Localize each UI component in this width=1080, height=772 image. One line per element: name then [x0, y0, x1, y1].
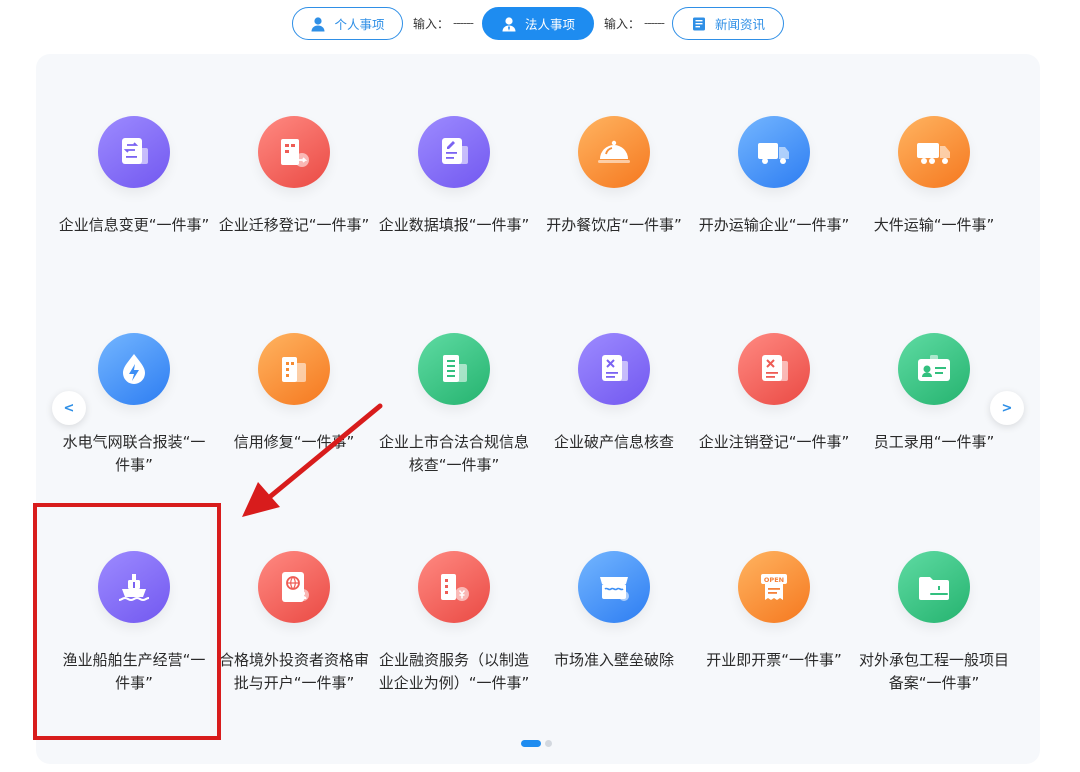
folder-helmet-icon: [898, 551, 970, 623]
service-item[interactable]: 市场准入壁垒破除: [534, 551, 694, 672]
pagination-dot-active[interactable]: [521, 740, 541, 747]
service-item-label: 开业即开票“一件事”: [706, 651, 842, 669]
service-item-label: 合格境外投资者资格审批与开户“一件事”: [218, 651, 369, 692]
service-item-label: 市场准入壁垒破除: [553, 651, 674, 669]
utility-drop-icon: [98, 333, 170, 405]
service-item[interactable]: 开办运输企业“一件事”: [694, 116, 854, 237]
service-item[interactable]: 水电气网联合报装“一件事”: [54, 333, 214, 477]
service-item-label: 企业上市合法合规信息核查“一件事”: [378, 433, 529, 474]
input-hint-legal: 输入： ------: [604, 14, 665, 32]
document-swap-icon: [98, 116, 170, 188]
document-x-icon: [578, 333, 650, 405]
service-item-label: 对外承包工程一般项目备案“一件事”: [858, 651, 1009, 692]
service-item[interactable]: 企业迁移登记“一件事”: [214, 116, 374, 237]
tab-legal-label: 法人事项: [524, 17, 575, 32]
service-item-label: 信用修复“一件事”: [233, 433, 355, 451]
store-icon: [578, 551, 650, 623]
input-hint-value: ------: [644, 16, 665, 30]
service-item-label: 企业数据填报“一件事”: [378, 216, 530, 234]
service-item[interactable]: 合格境外投资者资格审批与开户“一件事”: [214, 551, 374, 695]
service-item[interactable]: 企业融资服务（以制造业企业为例）“一件事”: [374, 551, 534, 695]
carousel-pagination: [521, 740, 556, 747]
pagination-dot[interactable]: [545, 740, 552, 747]
id-card-icon: [898, 333, 970, 405]
input-hint-label: 输入：: [413, 16, 450, 31]
service-item[interactable]: 企业破产信息核查: [534, 333, 694, 454]
food-cloche-icon: [578, 116, 650, 188]
service-item[interactable]: 企业注销登记“一件事”: [694, 333, 854, 454]
building-icon: [258, 333, 330, 405]
svg-text:OPEN: OPEN: [764, 576, 784, 584]
finance-building-icon: [418, 551, 490, 623]
office-building-icon: [418, 333, 490, 405]
service-item-label: 员工录用“一件事”: [873, 433, 995, 451]
form-edit-icon: [418, 116, 490, 188]
open-sign-icon: OPEN: [738, 551, 810, 623]
service-item[interactable]: 开办餐饮店“一件事”: [534, 116, 694, 237]
tab-personal-label: 个人事项: [334, 17, 385, 32]
service-item[interactable]: 企业数据填报“一件事”: [374, 116, 534, 237]
service-item-label: 企业融资服务（以制造业企业为例）“一件事”: [378, 651, 530, 692]
top-tab-bar: 个人事项 输入： ------ 法人事项 输入： ------ 新闻资讯: [0, 0, 1080, 46]
service-item[interactable]: 企业信息变更“一件事”: [54, 116, 214, 237]
document-cancel-icon: [738, 333, 810, 405]
input-hint-value: ------: [453, 16, 474, 30]
user-icon: [310, 16, 326, 32]
service-item-label: 开办运输企业“一件事”: [698, 216, 850, 234]
service-item[interactable]: 员工录用“一件事”: [854, 333, 1014, 454]
news-icon: [691, 16, 707, 32]
tab-personal-affairs[interactable]: 个人事项: [292, 7, 403, 40]
service-item-label: 企业破产信息核查: [553, 433, 674, 451]
tab-news[interactable]: 新闻资讯: [672, 7, 784, 40]
service-item[interactable]: 对外承包工程一般项目备案“一件事”: [854, 551, 1014, 695]
service-item[interactable]: 企业上市合法合规信息核查“一件事”: [374, 333, 534, 477]
service-item[interactable]: OPEN 开业即开票“一件事”: [694, 551, 854, 672]
building-move-icon: [258, 116, 330, 188]
tab-legal-affairs[interactable]: 法人事项: [482, 7, 594, 40]
highlight-box: [33, 503, 221, 740]
input-hint-personal: 输入： ------: [413, 14, 474, 32]
service-item-label: 企业迁移登记“一件事”: [218, 216, 370, 234]
truck-icon: [738, 116, 810, 188]
heavy-truck-icon: [898, 116, 970, 188]
service-item-label: 大件运输“一件事”: [873, 216, 995, 234]
service-item[interactable]: 大件运输“一件事”: [854, 116, 1014, 237]
service-item[interactable]: 信用修复“一件事”: [214, 333, 374, 454]
tab-news-label: 新闻资讯: [714, 17, 765, 32]
service-item-label: 开办餐饮店“一件事”: [546, 216, 682, 234]
input-hint-label: 输入：: [604, 16, 641, 31]
user-icon: [501, 16, 517, 32]
service-item-label: 企业注销登记“一件事”: [698, 433, 850, 451]
passport-icon: [258, 551, 330, 623]
service-item-label: 企业信息变更“一件事”: [58, 216, 210, 234]
service-item-label: 水电气网联合报装“一件事”: [62, 433, 206, 474]
